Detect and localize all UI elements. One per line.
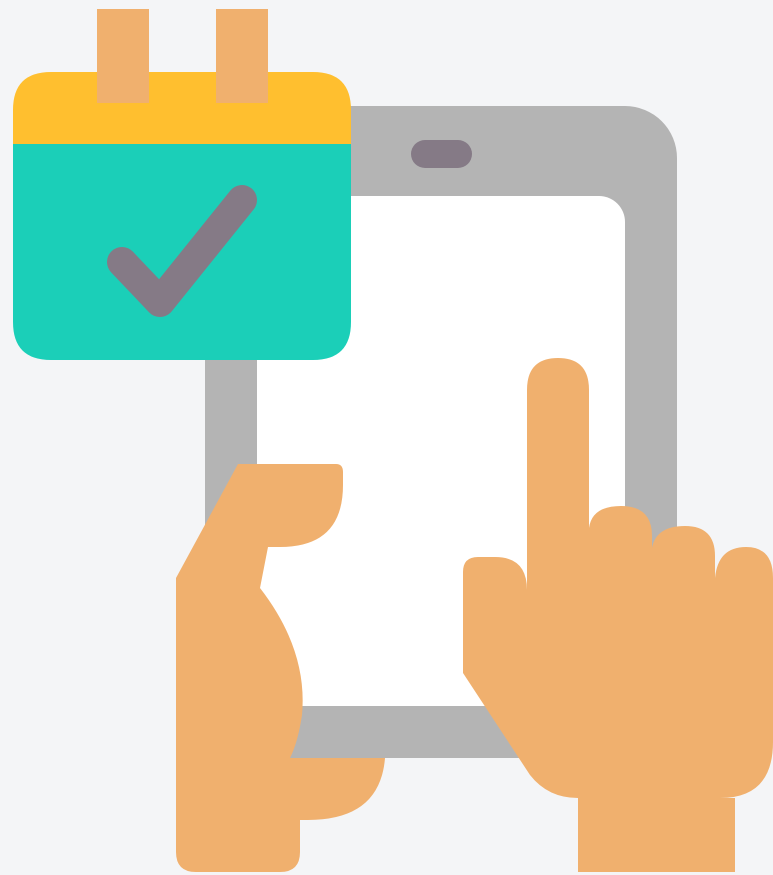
calendar-check-icon: [13, 9, 351, 360]
calendar-header: [13, 72, 351, 144]
calendar-ring-left: [97, 9, 149, 103]
illustration-canvas: [0, 0, 773, 875]
mobile-booking-illustration: [13, 9, 773, 872]
calendar-ring-right: [216, 9, 268, 103]
phone-speaker: [411, 140, 472, 168]
